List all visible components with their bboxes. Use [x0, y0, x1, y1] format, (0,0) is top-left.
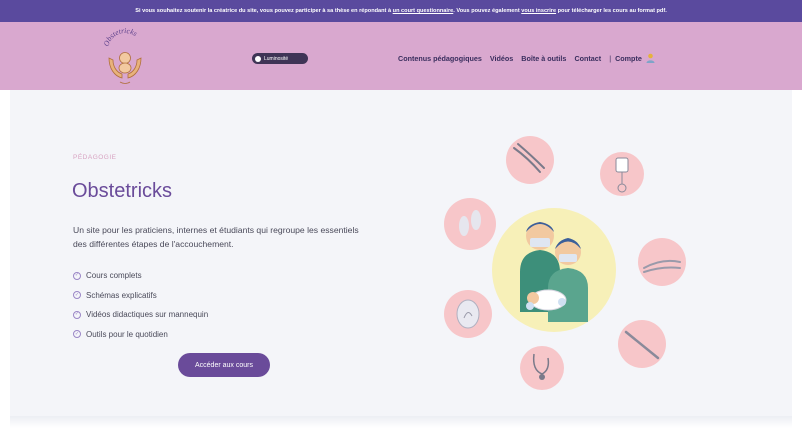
check-circle-icon: ✓: [73, 271, 81, 280]
feature-item: ✓ Vidéos didactiques sur mannequin: [73, 305, 208, 325]
feature-label: Cours complets: [86, 271, 142, 281]
site-logo[interactable]: Obstetricks: [100, 24, 150, 86]
hero-illustration: [436, 132, 696, 392]
register-link[interactable]: vous inscrire: [521, 8, 556, 14]
check-circle-icon: ✓: [73, 291, 81, 300]
announcement-text-2: . Vous pouvez également: [453, 8, 520, 14]
nav-item-boite-a-outils[interactable]: Boîte à outils: [521, 54, 566, 63]
forceps-icon: [506, 136, 554, 184]
feature-label: Schémas explicatifs: [86, 290, 157, 300]
stethoscope-icon: [520, 346, 564, 390]
speculum-icon: [638, 238, 686, 286]
nav-item-contact[interactable]: Contact: [574, 54, 601, 63]
nav-item-account[interactable]: Compte: [615, 54, 642, 63]
feature-item: ✓ Cours complets: [73, 266, 208, 286]
questionnaire-link[interactable]: un court questionnaire: [393, 8, 454, 14]
footprints-icon: [444, 198, 496, 250]
scalpel-icon: [618, 320, 666, 368]
nav-item-contenus[interactable]: Contenus pédagogiques: [398, 54, 482, 63]
announcement-text-1: Si vous souhaitez soutenir la créatrice …: [135, 8, 392, 14]
brightness-label: Luminosité: [264, 55, 289, 62]
hero-title: Obstetricks: [72, 180, 173, 202]
brightness-toggle[interactable]: Luminosité: [252, 53, 308, 64]
check-circle-icon: ✓: [73, 310, 81, 319]
site-header: Obstetricks Luminosité Contenus pédagogi…: [0, 22, 802, 90]
logo-text: Obstetricks: [102, 26, 139, 47]
toggle-knob: [255, 55, 261, 62]
hero-kicker: PÉDAGOGIE: [73, 154, 117, 161]
feature-label: Vidéos didactiques sur mannequin: [86, 310, 209, 320]
hero-description: Un site pour les praticiens, internes et…: [73, 225, 359, 249]
access-courses-button[interactable]: Accéder aux cours: [178, 353, 270, 377]
announcement-bar: Si vous souhaitez soutenir la créatrice …: [0, 0, 802, 22]
svg-text:Obstetricks: Obstetricks: [102, 26, 139, 47]
feature-item: ✓ Outils pour le quotidien: [73, 325, 208, 345]
user-icon[interactable]: [646, 53, 655, 63]
check-circle-icon: ✓: [73, 330, 81, 339]
announcement-text-3: pour télécharger les cours au format pdf…: [557, 8, 667, 14]
nav-item-videos[interactable]: Vidéos: [490, 54, 513, 63]
nav-separator: |: [609, 53, 612, 63]
feature-label: Outils pour le quotidien: [86, 329, 168, 339]
ultrasound-icon: [444, 290, 492, 338]
feature-item: ✓ Schémas explicatifs: [73, 286, 208, 306]
infusion-bottle-icon: [600, 152, 644, 196]
section-bottom-shadow: [10, 416, 792, 428]
main-nav: Contenus pédagogiques Vidéos Boîte à out…: [398, 52, 655, 64]
feature-list: ✓ Cours complets ✓ Schémas explicatifs ✓…: [73, 266, 208, 344]
